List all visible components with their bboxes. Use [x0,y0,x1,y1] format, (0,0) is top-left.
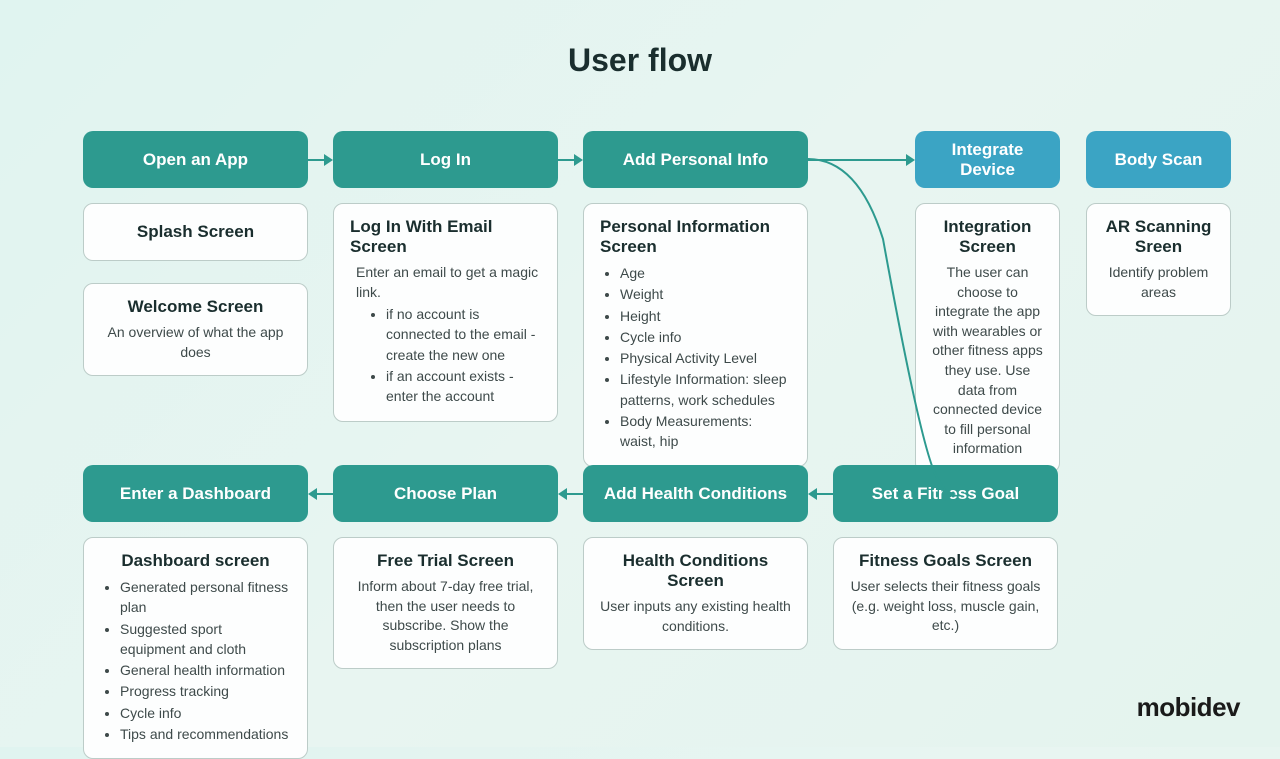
card-splash-screen: Splash Screen [83,203,308,261]
list-item: Body Measurements: waist, hip [620,411,791,452]
card-health-conditions: Health Conditions Screen User inputs any… [583,537,808,650]
list-item: Cycle info [120,703,291,723]
list-item: if no account is connected to the email … [386,304,541,365]
node-open-app: Open an App [83,131,308,188]
node-log-in: Log In [333,131,558,188]
card-login-email: Log In With Email Screen Enter an email … [333,203,558,422]
card-title: AR Scanning Sreen [1103,217,1214,257]
list-item: General health information [120,660,291,680]
card-personal-info: Personal Information Screen Age Weight H… [583,203,808,467]
card-dashboard-screen: Dashboard screen Generated personal fitn… [83,537,308,759]
card-text: User inputs any existing health conditio… [600,597,791,636]
list-item: Weight [620,284,791,304]
card-title: Personal Information Screen [600,217,791,257]
list-item: Age [620,263,791,283]
card-text: Inform about 7-day free trial, then the … [350,577,541,655]
card-welcome-screen: Welcome Screen An overview of what the a… [83,283,308,376]
card-title: Log In With Email Screen [350,217,541,257]
page-title: User flow [0,0,1280,111]
list-item: Tips and recommendations [120,724,291,744]
card-text: Enter an email to get a magic link. [350,263,541,302]
card-text: Identify problem areas [1103,263,1214,302]
list-item: Suggested sport equipment and cloth [120,619,291,660]
list-item: Height [620,306,791,326]
card-title: Integration Screen [932,217,1043,257]
card-title: Splash Screen [100,222,291,242]
list-item: Progress tracking [120,681,291,701]
node-set-fitness-goal: Set a Fitness Goal [833,465,1058,522]
card-title: Health Conditions Screen [600,551,791,591]
list-item: Lifestyle Information: sleep patterns, w… [620,369,791,410]
card-free-trial: Free Trial Screen Inform about 7-day fre… [333,537,558,669]
node-add-personal-info: Add Personal Info [583,131,808,188]
card-title: Welcome Screen [100,297,291,317]
list-item: Cycle info [620,327,791,347]
card-integration-screen: Integration Screen The user can choose t… [915,203,1060,473]
card-text: An overview of what the app does [100,323,291,362]
user-flow-diagram: Open an App Log In Add Personal Info Int… [0,111,1280,731]
card-fitness-goals: Fitness Goals Screen User selects their … [833,537,1058,650]
node-integrate-device: Integrate Device [915,131,1060,188]
node-add-health-conditions: Add Health Conditions [583,465,808,522]
list-item: Physical Activity Level [620,348,791,368]
node-enter-dashboard: Enter a Dashboard [83,465,308,522]
card-ar-scanning: AR Scanning Sreen Identify problem areas [1086,203,1231,316]
brand-logo: mobidev [1137,692,1240,723]
card-title: Free Trial Screen [350,551,541,571]
card-text: User selects their fitness goals (e.g. w… [850,577,1041,636]
card-title: Fitness Goals Screen [850,551,1041,571]
card-title: Dashboard screen [100,551,291,571]
node-choose-plan: Choose Plan [333,465,558,522]
card-text: The user can choose to integrate the app… [932,263,1043,459]
list-item: if an account exists - enter the account [386,366,541,407]
list-item: Generated personal fitness plan [120,577,291,618]
node-body-scan: Body Scan [1086,131,1231,188]
